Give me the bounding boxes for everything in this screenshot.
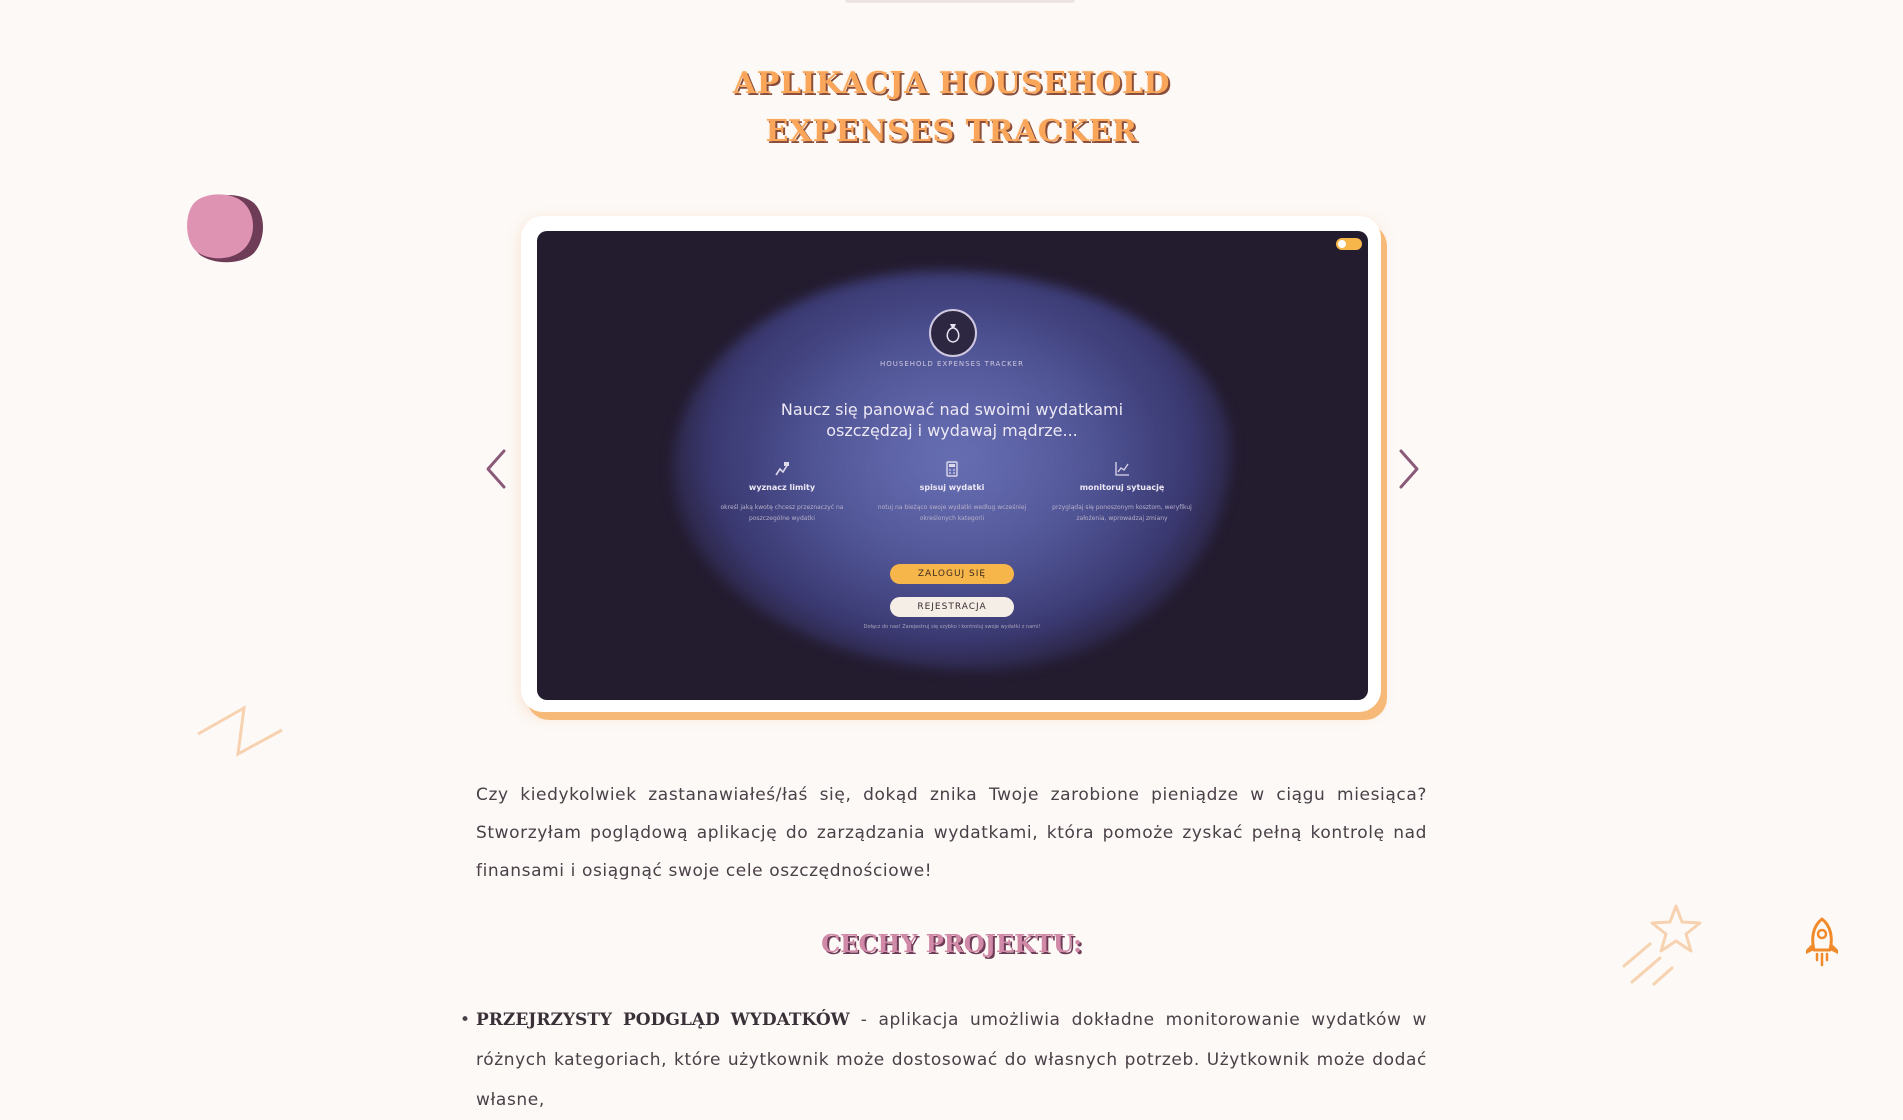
list-item: PRZEJRZYSTY PODGLĄD WYDATKÓW - aplikacja…	[460, 1000, 1427, 1120]
app-feature-desc: notuj na bieżąco swoje wydatki według wc…	[877, 504, 1027, 522]
slider-prev-button[interactable]	[482, 445, 512, 493]
register-button[interactable]: REJESTRACJA	[890, 597, 1014, 617]
app-tagline: Naucz się panować nad swoimi wydatkami o…	[752, 399, 1152, 441]
app-feature-desc: przyglądaj się ponoszonym kosztom, weryf…	[1052, 504, 1192, 522]
project-slider: Household Expenses Tracker Naucz się pan…	[521, 216, 1381, 712]
project-title-line-2: EXPENSES TRACKER	[765, 114, 1138, 149]
app-logo-icon	[929, 309, 977, 357]
calculator-icon	[877, 461, 1027, 481]
app-feature-name: monitoruj sytuację	[1079, 483, 1165, 492]
feature-title: PRZEJRZYSTY PODGLĄD WYDATKÓW	[476, 1010, 850, 1030]
app-tagline-line-2: oszczędzaj i wydawaj mądrze...	[826, 421, 1078, 440]
chart-icon	[1047, 461, 1197, 481]
scroll-to-top-button[interactable]	[1800, 916, 1844, 968]
app-feature-expenses: spisuj wydatki notuj na bieżąco swoje wy…	[877, 461, 1027, 524]
goal-icon	[707, 461, 857, 481]
project-title-line-1: APLIKACJA HOUSEHOLD	[732, 66, 1171, 101]
rocket-icon	[1806, 917, 1838, 967]
app-tagline-line-1: Naucz się panować nad swoimi wydatkami	[780, 400, 1124, 419]
project-title: APLIKACJA HOUSEHOLD EXPENSES TRACKER	[0, 60, 1903, 156]
app-name: Household Expenses Tracker	[880, 360, 1024, 368]
features-heading: CECHY PROJEKTU:	[821, 929, 1082, 958]
app-feature-desc: określ jaką kwotę chcesz przeznaczyć na …	[720, 504, 844, 522]
login-button[interactable]: ZALOGUJ SIĘ	[890, 564, 1014, 584]
pink-blob-decoration	[187, 194, 263, 263]
features-list: PRZEJRZYSTY PODGLĄD WYDATKÓW - aplikacja…	[460, 1000, 1427, 1120]
slide-screenshot: Household Expenses Tracker Naucz się pan…	[537, 231, 1368, 700]
top-divider	[845, 0, 1075, 3]
app-feature-name: spisuj wydatki	[919, 483, 985, 492]
project-intro-text: Czy kiedykolwiek zastanawiałeś/łaś się, …	[476, 785, 1427, 881]
slider-next-button[interactable]	[1393, 445, 1423, 493]
zigzag-decoration	[197, 705, 283, 757]
app-footnote: Dołącz do nas! Zarejestruj się szybko i …	[863, 624, 1041, 630]
app-feature-name: wyznacz limity	[748, 483, 816, 492]
theme-toggle[interactable]	[1336, 238, 1362, 250]
app-feature-limits: wyznacz limity określ jaką kwotę chcesz …	[707, 461, 857, 524]
chevron-left-icon	[486, 449, 506, 489]
app-feature-monitor: monitoruj sytuację przyglądaj się ponosz…	[1047, 461, 1197, 524]
chevron-right-icon	[1399, 449, 1419, 489]
money-bag-icon	[946, 324, 960, 343]
shooting-star-decoration	[1622, 904, 1702, 986]
